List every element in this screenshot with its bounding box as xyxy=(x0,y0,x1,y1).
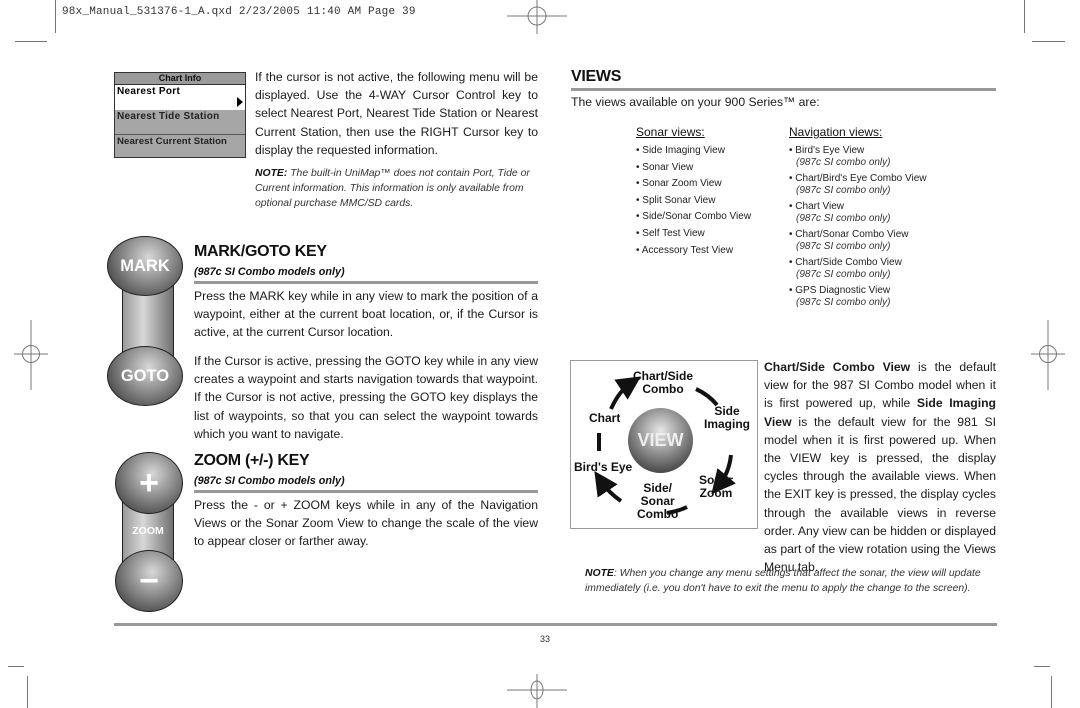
default-view-paragraph: Chart/Side Combo View is the default vie… xyxy=(764,358,996,576)
note-label: NOTE: xyxy=(255,168,288,179)
section-rule xyxy=(571,88,996,91)
list-item: • Sonar Zoom View xyxy=(636,178,722,190)
view-qualifier: (987c SI combo only) xyxy=(796,241,891,252)
navigation-views-heading: Navigation views: xyxy=(789,125,883,139)
text: is the default view for the 981 SI model… xyxy=(764,414,996,575)
views-note: NOTE: When you change any menu settings … xyxy=(585,566,997,596)
crop-mark xyxy=(8,666,24,667)
menu-item-label: Nearest Current Station xyxy=(117,136,227,147)
diagram-label-sonar-zoom: Sonar Zoom xyxy=(699,473,734,500)
note-label: NOTE xyxy=(585,568,614,579)
diagram-label-side-sonar-combo: Side/ Sonar Combo xyxy=(637,481,679,521)
navigation-views-list: • Bird's Eye View (987c SI combo only) • … xyxy=(789,145,939,313)
view-qualifier: (987c SI combo only) xyxy=(796,297,891,308)
registration-mark-icon xyxy=(14,320,48,390)
plus-icon: + xyxy=(139,463,159,502)
view-name: • Chart/Side Combo View xyxy=(789,257,902,268)
zoom-subheading: (987c SI Combo models only) xyxy=(194,475,345,487)
menu-item-nearest-port[interactable]: Nearest Port xyxy=(115,85,245,110)
view-name: • Chart/Sonar Combo View xyxy=(789,229,909,240)
mark-goto-heading: MARK/GOTO KEY xyxy=(194,243,327,260)
chart-info-menu: Chart Info Nearest Port Nearest Tide Sta… xyxy=(114,72,246,158)
menu-title: Chart Info xyxy=(115,73,245,85)
views-intro: The views available on your 900 Series™ … xyxy=(571,95,820,109)
view-qualifier: (987c SI combo only) xyxy=(796,185,891,196)
section-rule xyxy=(194,490,538,493)
list-item: • Chart/Bird's Eye Combo View (987c SI co… xyxy=(789,173,939,197)
list-item: • Self Test View xyxy=(636,227,705,239)
print-slug: 98x_Manual_531376-1_A.qxd 2/23/2005 11:4… xyxy=(62,6,416,18)
view-qualifier: (987c SI combo only) xyxy=(796,157,891,168)
view-name: • Bird's Eye View xyxy=(789,145,865,156)
diagram-label-chart-side-combo: Chart/Side Combo xyxy=(633,369,694,396)
view-name: • GPS Diagnostic View xyxy=(789,285,891,296)
zoom-out-key[interactable]: − xyxy=(115,550,183,612)
crop-mark xyxy=(1032,41,1065,42)
zoom-in-key[interactable]: + xyxy=(115,452,183,514)
goto-key[interactable]: GOTO xyxy=(107,346,183,406)
mark-key-label: MARK xyxy=(120,256,170,275)
crop-mark xyxy=(1051,676,1052,708)
menu-item-label: Nearest Tide Station xyxy=(117,111,220,122)
list-item: • Bird's Eye View (987c SI combo only) xyxy=(789,145,939,169)
registration-mark-icon xyxy=(245,674,279,708)
menu-item-label: Nearest Port xyxy=(117,86,181,97)
intro-note: NOTE: The built-in UniMap™ does not cont… xyxy=(255,166,538,211)
menu-item-nearest-current-station[interactable]: Nearest Current Station xyxy=(115,134,245,158)
note-text: : When you change any menu settings that… xyxy=(585,568,981,594)
note-text: The built-in UniMap™ does not contain Po… xyxy=(255,168,530,209)
zoom-paragraph: Press the - or + ZOOM keys while in any … xyxy=(194,498,538,549)
registration-mark-icon xyxy=(507,0,567,34)
minus-icon: − xyxy=(139,561,159,600)
list-item: • Chart View (987c SI combo only) xyxy=(789,201,939,225)
footer-rule xyxy=(114,623,997,626)
list-item: • Sonar View xyxy=(636,161,694,173)
mark-key[interactable]: MARK xyxy=(107,236,183,296)
zoom-heading: ZOOM (+/-) KEY xyxy=(194,452,310,469)
zoom-key-label: ZOOM xyxy=(132,525,164,537)
list-item: • Chart/Sonar Combo View (987c SI combo o… xyxy=(789,229,939,253)
views-heading: VIEWS xyxy=(571,68,622,85)
list-item: • Accessory Test View xyxy=(636,244,734,256)
registration-mark-icon xyxy=(507,674,567,708)
list-item: • Split Sonar View xyxy=(636,194,716,206)
sonar-views-list: • Side Imaging View • Sonar View • Sonar… xyxy=(636,145,776,261)
intro-paragraph: If the cursor is not active, the followi… xyxy=(255,70,538,157)
goto-key-label: GOTO xyxy=(120,366,170,385)
sonar-views-heading: Sonar views: xyxy=(636,125,705,139)
crop-mark xyxy=(1024,0,1025,33)
view-key-label: VIEW xyxy=(637,430,684,450)
crop-mark xyxy=(1034,666,1050,667)
bold-text: Chart/Side Combo View xyxy=(764,360,911,374)
page-number: 33 xyxy=(540,634,551,644)
list-item: • Side/Sonar Combo View xyxy=(636,211,752,223)
section-rule xyxy=(194,281,538,284)
registration-mark-icon xyxy=(1031,320,1065,390)
mark-goto-paragraph-1: Press the MARK key while in any view to … xyxy=(194,289,538,340)
list-item: • GPS Diagnostic View (987c SI combo only… xyxy=(789,285,939,309)
list-item: • Chart/Side Combo View (987c SI combo on… xyxy=(789,257,939,281)
view-key: VIEW xyxy=(628,408,693,473)
view-name: • Chart View xyxy=(789,201,845,212)
mark-goto-paragraph-2: If the Cursor is active, pressing the GO… xyxy=(194,354,538,441)
mark-goto-subheading: (987c SI Combo models only) xyxy=(194,266,345,278)
right-arrow-icon xyxy=(237,97,243,107)
crop-mark xyxy=(55,0,56,33)
crop-mark xyxy=(27,676,28,708)
view-cycle-diagram: VIEW Chart/Side Combo Side Imaging Sonar… xyxy=(570,360,758,529)
diagram-label-birds-eye: Bird's Eye xyxy=(574,460,633,474)
view-qualifier: (987c SI combo only) xyxy=(796,269,891,280)
list-item: • Side Imaging View xyxy=(636,145,725,156)
menu-item-nearest-tide-station[interactable]: Nearest Tide Station xyxy=(115,110,245,134)
diagram-label-side-imaging: Side Imaging xyxy=(704,404,751,431)
diagram-label-chart: Chart xyxy=(589,411,621,425)
view-qualifier: (987c SI combo only) xyxy=(796,213,891,224)
view-name: • Chart/Bird's Eye Combo View xyxy=(789,173,927,184)
crop-mark xyxy=(15,41,47,42)
